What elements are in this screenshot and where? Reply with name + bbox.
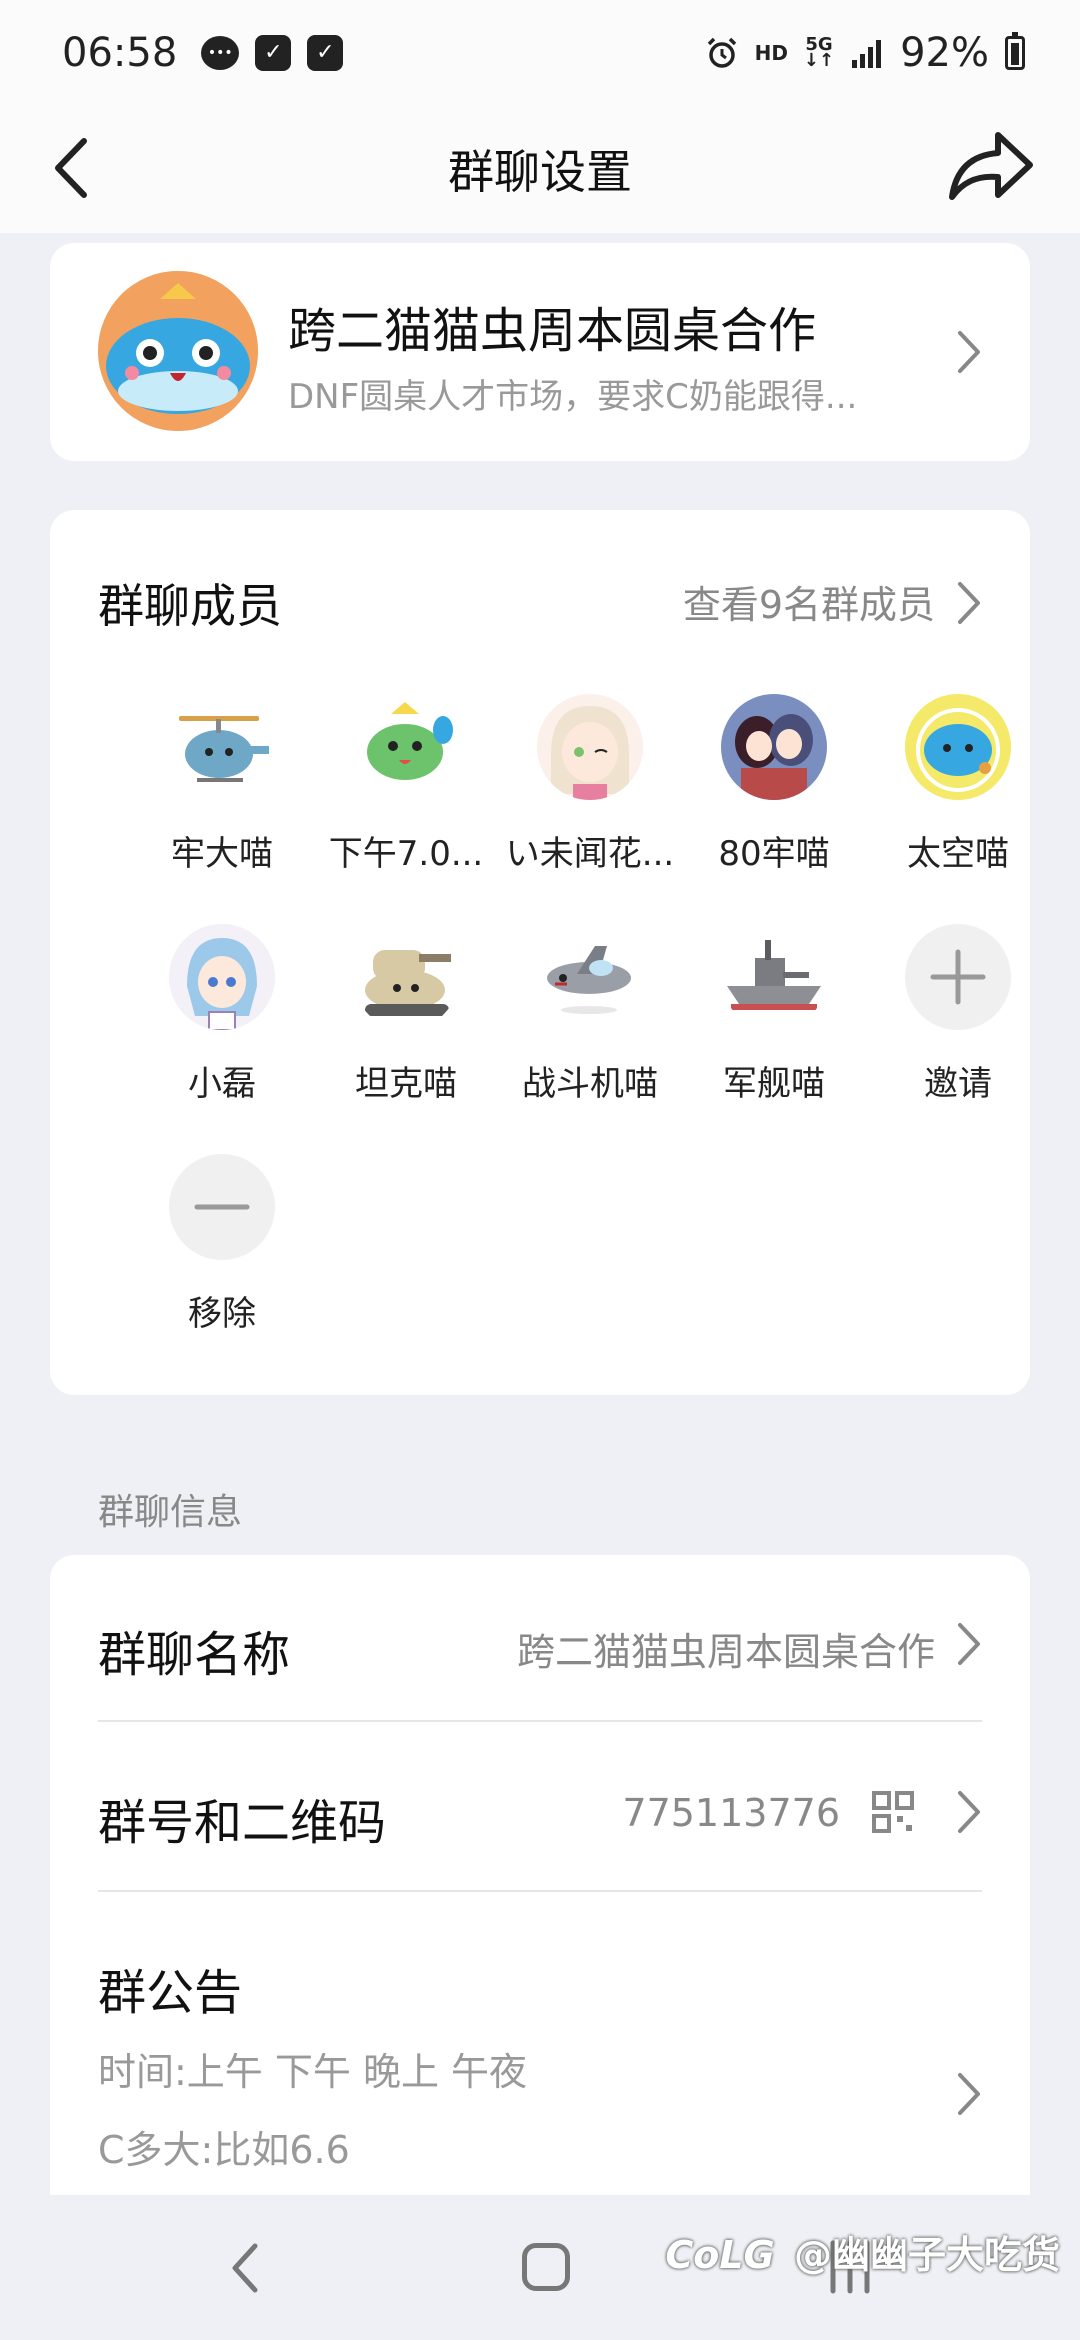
member-item[interactable]: 下午7.0... <box>314 694 498 875</box>
group-notice-line: 时间:上午 下午 晚上 午夜 <box>98 2050 528 2094</box>
plus-icon <box>905 924 1011 1030</box>
group-header-card[interactable]: 跨二猫猫虫周本圆桌合作 DNF圆桌人才市场，要求C奶能跟得... <box>50 243 1030 461</box>
member-item[interactable]: 军舰喵 <box>682 924 866 1105</box>
member-item[interactable]: 80牢喵 <box>682 694 866 875</box>
member-avatar <box>905 694 1011 800</box>
group-name: 跨二猫猫虫周本圆桌合作 <box>288 303 817 359</box>
group-avatar <box>98 271 258 431</box>
divider <box>98 1720 982 1722</box>
status-time: 06:58 <box>62 29 178 76</box>
member-name: 军舰喵 <box>723 1064 825 1104</box>
tank-cat-avatar <box>353 924 459 1030</box>
space-cat-avatar <box>905 694 1011 800</box>
group-notice-title: 群公告 <box>98 1965 243 2021</box>
member-avatar <box>353 694 459 800</box>
member-name: 下午7.0... <box>328 834 484 874</box>
status-bar: 06:58 ••• ✓ ✓ HD 5G ↓↑ 92% <box>0 0 1080 105</box>
divider <box>98 1890 982 1892</box>
member-avatar <box>169 694 275 800</box>
member-name: 小磊 <box>188 1064 256 1104</box>
group-name-row-title: 群聊名称 <box>98 1627 291 1683</box>
back-arrow-icon[interactable] <box>42 133 112 203</box>
network-label: 5G <box>805 33 833 55</box>
chevron-right-icon <box>958 2073 980 2115</box>
fighter-jet-cat-avatar <box>537 924 643 1030</box>
battery-percent: 92% <box>900 29 989 76</box>
system-back-icon[interactable] <box>225 2240 265 2296</box>
group-info-card: 群聊名称 跨二猫猫虫周本圆桌合作 群号和二维码 775113776 群公告 时间… <box>50 1555 1030 2195</box>
anime-girl-avatar <box>537 694 643 800</box>
member-avatar <box>721 924 827 1030</box>
status-left: 06:58 ••• ✓ ✓ <box>62 29 344 76</box>
cat-bug-avatar-image <box>98 271 258 431</box>
group-info-section-label: 群聊信息 <box>98 1492 243 1533</box>
remove-button[interactable]: 移除 <box>130 1154 314 1335</box>
member-avatar <box>537 924 643 1030</box>
chevron-right-icon <box>958 331 980 373</box>
member-item[interactable]: 太空喵 <box>866 694 1050 875</box>
view-all-members-link[interactable]: 查看9名群成员 <box>683 574 935 629</box>
battery-icon <box>1005 31 1025 70</box>
green-cat-avatar <box>353 694 459 800</box>
member-name: 太空喵 <box>907 834 1009 874</box>
group-name-row-value: 跨二猫猫虫周本圆桌合作 <box>516 1630 935 1674</box>
member-item[interactable]: い未闻花... <box>498 694 682 875</box>
members-card: 群聊成员 查看9名群成员 牢大喵 下午7.0... い未闻花... 80牢喵 太… <box>50 510 1030 1395</box>
member-name: 80牢喵 <box>718 834 830 874</box>
helicopter-cat-avatar <box>169 694 275 800</box>
group-number-value: 775113776 <box>622 1791 840 1835</box>
hd-indicator: HD <box>754 40 788 65</box>
signal-icon <box>852 39 882 68</box>
alarm-icon <box>707 37 736 68</box>
share-icon[interactable] <box>946 125 1036 205</box>
member-item[interactable]: 坦克喵 <box>314 924 498 1105</box>
network-indicator: 5G ↓↑ <box>803 33 835 71</box>
nav-bar: 群聊设置 <box>0 105 1080 233</box>
system-home-icon[interactable] <box>522 2243 570 2291</box>
group-description: DNF圆桌人才市场，要求C奶能跟得... <box>288 377 858 417</box>
vpn-icon: ✓ <box>255 34 292 71</box>
anime-blue-hair-avatar <box>169 924 275 1030</box>
member-name: 坦克喵 <box>355 1064 457 1104</box>
chevron-right-icon[interactable] <box>954 580 984 626</box>
member-name: 战斗机喵 <box>522 1064 658 1104</box>
member-item[interactable]: 小磊 <box>130 924 314 1105</box>
qr-code-icon[interactable] <box>872 1791 914 1833</box>
checkbox-icon: ✓ <box>307 34 344 71</box>
member-avatar <box>169 924 275 1030</box>
group-number-row-title: 群号和二维码 <box>98 1795 387 1851</box>
battleship-cat-avatar <box>721 924 827 1030</box>
member-item[interactable]: 战斗机喵 <box>498 924 682 1105</box>
members-title: 群聊成员 <box>98 579 282 633</box>
member-name: 牢大喵 <box>171 834 273 874</box>
invite-label: 邀请 <box>924 1064 992 1104</box>
member-avatar <box>353 924 459 1030</box>
minus-icon <box>169 1154 275 1260</box>
anime-duo-avatar <box>721 694 827 800</box>
chevron-right-icon <box>958 1791 980 1833</box>
chat-bubble-icon: ••• <box>201 35 240 70</box>
remove-label: 移除 <box>188 1294 256 1334</box>
group-notice-line: C多大:比如6.6 <box>98 2128 350 2172</box>
chevron-right-icon <box>958 1623 980 1665</box>
watermark-logo: CoLG <box>665 2233 775 2277</box>
status-right: HD 5G ↓↑ 92% <box>705 30 1025 76</box>
page-title: 群聊设置 <box>448 145 632 199</box>
member-avatar <box>537 694 643 800</box>
member-item[interactable]: 牢大喵 <box>130 694 314 875</box>
member-avatar <box>721 694 827 800</box>
watermark: CoLG @幽幽子大吃货 <box>665 2224 1060 2279</box>
member-name: い未闻花... <box>505 834 675 874</box>
invite-button[interactable]: 邀请 <box>866 924 1050 1105</box>
watermark-text: @幽幽子大吃货 <box>793 2233 1060 2277</box>
